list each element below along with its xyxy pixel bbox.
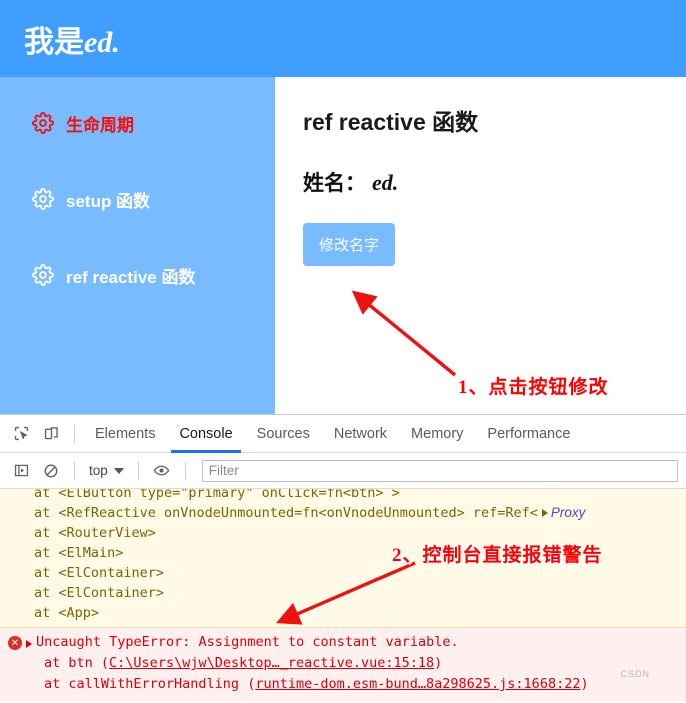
expand-triangle-icon[interactable] (26, 640, 32, 648)
live-expression-icon[interactable] (147, 456, 177, 486)
devtools-tabbar: Elements Console Sources Network Memory … (0, 415, 686, 453)
change-name-button[interactable]: 修改名字 (303, 223, 396, 266)
toolbar-divider (184, 461, 186, 480)
page-title-name: ed. (84, 25, 120, 59)
console-toolbar: top (0, 453, 686, 489)
toolbar-divider (74, 461, 75, 480)
console-error-message: Uncaught TypeError: Assignment to consta… (36, 634, 459, 650)
console-sidebar-icon[interactable] (6, 456, 36, 486)
execution-context-dropdown[interactable]: top (83, 463, 130, 478)
console-warning-line: at <App> (34, 605, 100, 621)
console-error-header[interactable]: ✕ Uncaught TypeError: Assignment to cons… (0, 632, 686, 653)
sidebar-item-ref-reactive[interactable]: ref reactive 函数 (0, 247, 275, 303)
device-toolbar-icon[interactable] (36, 419, 66, 449)
tab-network[interactable]: Network (322, 415, 399, 453)
console-filter-input[interactable] (201, 459, 678, 482)
console-warning-line-text: at <RefReactive onVnodeUnmounted=fn<onVn… (34, 505, 538, 521)
toolbar-divider (74, 424, 75, 443)
sidebar: 生命周期 setup 函数 ref reactive 函数 (0, 77, 275, 414)
sidebar-item-label: setup 函数 (66, 191, 151, 211)
execution-context-label: top (89, 463, 108, 478)
console-output[interactable]: at <ElButton type="primary" onClick=fn<b… (0, 489, 686, 703)
gear-icon (32, 264, 54, 286)
stack-source-link[interactable]: runtime-dom.esm-bund…8a298625.js:1668:22 (255, 676, 580, 692)
proxy-object-label[interactable]: Proxy (551, 505, 586, 520)
clear-console-icon[interactable] (36, 456, 66, 486)
expand-triangle-icon[interactable] (541, 508, 548, 517)
sidebar-item-lifecycle[interactable]: 生命周期 (0, 95, 275, 151)
gear-icon (32, 112, 54, 134)
tab-elements[interactable]: Elements (83, 415, 167, 453)
name-row: 姓名： ed. (303, 167, 686, 197)
stack-function-name: at callWithErrorHandling (44, 676, 240, 692)
name-value: ed. (372, 170, 399, 195)
app-preview-pane: 我是ed. 生命周期 setup 函数 ref reactive 函数 ref … (0, 0, 686, 414)
annotation-step-2: 2、控制台直接报错警告 (392, 545, 603, 566)
console-error-entry[interactable]: ✕ Uncaught TypeError: Assignment to cons… (0, 628, 686, 701)
tab-console[interactable]: Console (167, 415, 244, 453)
tab-memory[interactable]: Memory (399, 415, 475, 453)
error-icon: ✕ (8, 636, 22, 650)
sidebar-item-setup[interactable]: setup 函数 (0, 171, 275, 227)
console-warning-line: at <ElButton type="primary" onClick=fn<b… (34, 489, 400, 501)
main-content: ref reactive 函数 姓名： ed. 修改名字 (275, 77, 686, 414)
inspect-element-icon[interactable] (6, 419, 36, 449)
sidebar-item-label: ref reactive 函数 (66, 267, 196, 287)
gear-icon (32, 188, 54, 210)
chevron-down-icon (113, 467, 124, 474)
console-error-stack-line: at btn (C:\Users\wjw\Desktop…_reactive.v… (44, 655, 443, 671)
sidebar-item-label: 生命周期 (66, 115, 134, 135)
app-header: 我是ed. (0, 0, 686, 77)
console-warning-line: at <RefReactive onVnodeUnmounted=fn<onVn… (0, 503, 686, 523)
console-warning-line: at <ElContainer> (34, 585, 165, 601)
name-label: 姓名： (303, 172, 366, 195)
stack-function-name: at btn (44, 655, 93, 671)
console-error-stack-line: at callWithErrorHandling (runtime-dom.es… (44, 676, 589, 692)
annotation-step-1: 1、点击按钮修改 (458, 377, 609, 398)
tab-performance[interactable]: Performance (475, 415, 582, 453)
toolbar-divider (137, 461, 139, 480)
tab-sources[interactable]: Sources (245, 415, 322, 453)
page-title-prefix: 我是 (24, 25, 84, 59)
content-heading: ref reactive 函数 (303, 109, 479, 135)
app-body: 生命周期 setup 函数 ref reactive 函数 ref reacti… (0, 77, 686, 414)
stack-source-link[interactable]: C:\Users\wjw\Desktop…_reactive.vue:15:18 (109, 655, 434, 671)
page-title: 我是ed. (24, 17, 120, 61)
